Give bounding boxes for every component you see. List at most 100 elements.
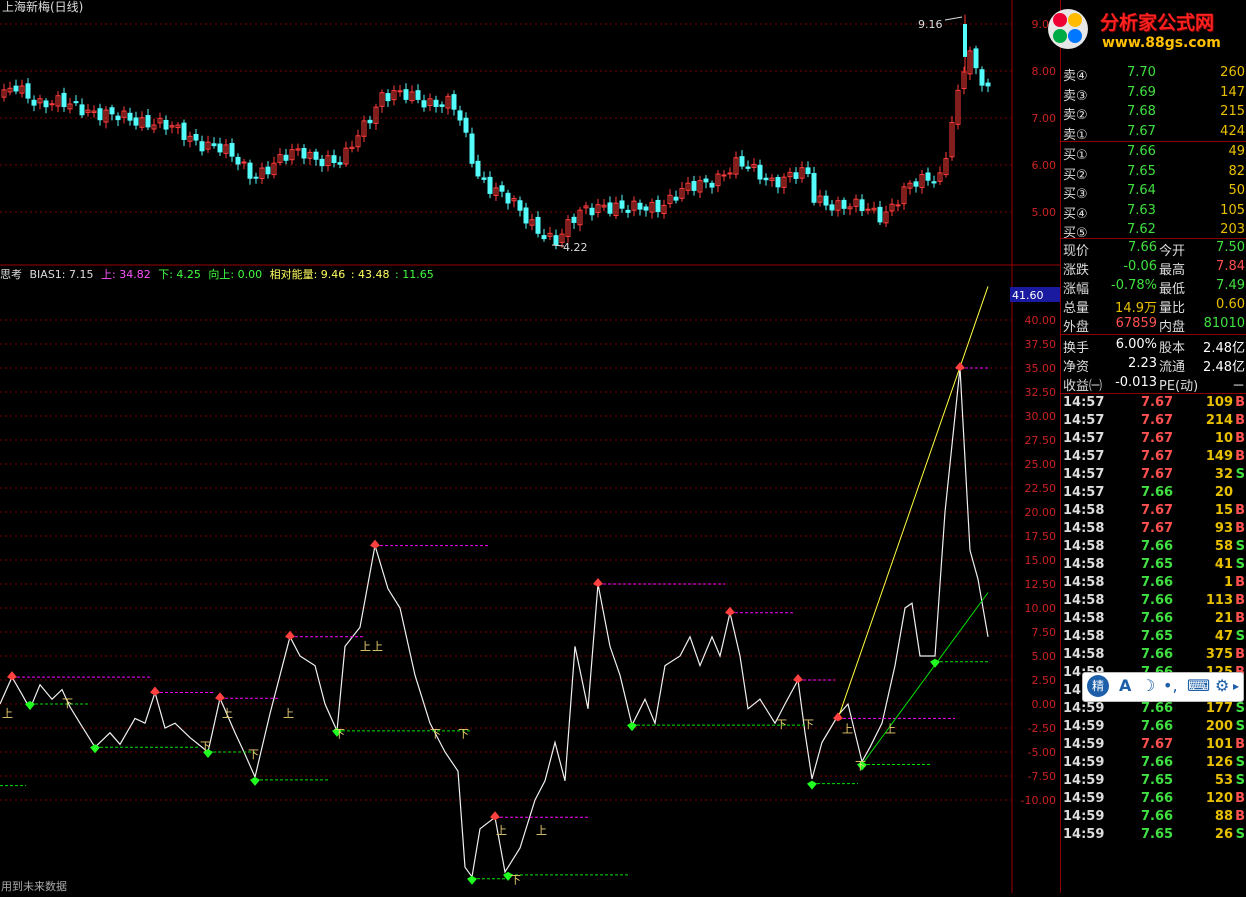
indicator-tick-label: 15.00 xyxy=(1025,554,1057,567)
ask-row[interactable]: 卖④ 7.70 260 xyxy=(1061,64,1246,84)
candle-up xyxy=(865,208,871,211)
stat-row: 涨幅 -0.78% 最低 7.49 xyxy=(1061,277,1246,297)
candle-down xyxy=(625,209,631,213)
tick-volume: 177 xyxy=(1205,701,1233,716)
candle-down xyxy=(31,99,37,106)
candle-down xyxy=(571,216,577,223)
top-marker xyxy=(793,674,803,683)
ime-keyboard-icon[interactable]: ⌨ xyxy=(1187,676,1210,695)
tick-row: 14:59 7.67 101 B xyxy=(1061,736,1246,755)
tick-row: 14:57 7.67 149 B xyxy=(1061,448,1246,467)
indicator-tick-label: 17.50 xyxy=(1025,530,1057,543)
ime-moon-icon[interactable]: ☽ xyxy=(1141,676,1155,695)
tick-price: 7.66 xyxy=(1141,539,1174,554)
tick-volume: 214 xyxy=(1205,413,1233,428)
ime-mode-label[interactable]: A xyxy=(1119,676,1131,695)
logo-title: 分析家公式网 xyxy=(1100,12,1215,34)
stat-label: 涨跌 xyxy=(1063,263,1090,278)
tick-price: 7.65 xyxy=(1141,557,1174,572)
candle-up xyxy=(397,90,403,93)
candle-down xyxy=(385,93,391,102)
tick-side: S xyxy=(1235,467,1245,482)
tick-side: B xyxy=(1235,791,1245,806)
tick-price: 7.66 xyxy=(1141,701,1174,716)
candle-down xyxy=(451,94,457,110)
tick-side: S xyxy=(1235,773,1245,788)
indicator-name[interactable]: 思考 xyxy=(0,268,22,281)
down-signal-label: 下 xyxy=(248,748,259,761)
tick-volume: 120 xyxy=(1205,791,1233,806)
tick-side: S xyxy=(1235,827,1245,842)
tick-volume: 20 xyxy=(1214,485,1233,500)
tick-time: 14:58 xyxy=(1063,521,1105,536)
indicator-tick-label: 25.00 xyxy=(1025,458,1057,471)
bottom-marker xyxy=(627,722,637,732)
ime-settings-icon[interactable]: ⚙ xyxy=(1215,676,1229,695)
tick-side: S xyxy=(1235,701,1245,716)
tick-time: 14:59 xyxy=(1063,773,1105,788)
tick-side: B xyxy=(1235,575,1245,590)
window-title: 上海新梅(日线) xyxy=(2,0,84,14)
bid-row[interactable]: 买③ 7.64 50 xyxy=(1061,182,1246,202)
tick-side: B xyxy=(1235,413,1245,428)
stat-label: 现价 xyxy=(1063,244,1090,259)
candle-down xyxy=(487,176,493,194)
tick-time: 14:58 xyxy=(1063,503,1105,518)
ask-row[interactable]: 卖① 7.67 424 xyxy=(1061,123,1246,143)
ime-more-icon[interactable]: ▸ xyxy=(1233,679,1239,693)
tick-price: 7.67 xyxy=(1141,503,1174,518)
ask-row[interactable]: 卖② 7.68 215 xyxy=(1061,103,1246,123)
ime-punct-icon[interactable]: •, xyxy=(1163,676,1178,695)
down-signal-label: 下 xyxy=(334,728,345,741)
indicator-tick-label: 35.00 xyxy=(1025,362,1057,375)
candle-down xyxy=(421,100,427,108)
candle-down xyxy=(841,199,847,209)
candle-down xyxy=(367,119,373,124)
bid-row[interactable]: 买② 7.65 82 xyxy=(1061,163,1246,183)
tick-side: B xyxy=(1235,431,1245,446)
tick-row: 14:58 7.66 113 B xyxy=(1061,592,1246,611)
candle-down xyxy=(217,143,223,153)
tick-time: 14:58 xyxy=(1063,647,1105,662)
bid-volume: 82 xyxy=(1228,163,1245,179)
candle-down xyxy=(475,160,481,177)
down-value: 下: 4.25 xyxy=(158,268,201,281)
ime-brand-icon[interactable]: 精 xyxy=(1087,675,1109,697)
indicator-tick-label: 0.00 xyxy=(1032,698,1057,711)
tick-volume: 21 xyxy=(1214,611,1233,626)
candle-up xyxy=(241,161,247,164)
top-marker xyxy=(150,686,160,696)
ask-row[interactable]: 卖③ 7.69 147 xyxy=(1061,84,1246,104)
tick-price: 7.66 xyxy=(1141,575,1174,590)
logo-url: www.88gs.com xyxy=(1102,35,1221,51)
candle-up xyxy=(721,174,727,177)
stat-label-2: 股本 xyxy=(1159,341,1186,356)
tick-volume: 109 xyxy=(1205,395,1233,410)
candle-down xyxy=(535,216,541,234)
tick-side: S xyxy=(1235,755,1245,770)
tick-price: 7.67 xyxy=(1141,737,1174,752)
stat-label-2: PE(动) xyxy=(1159,379,1199,394)
candle-down xyxy=(499,185,505,192)
bid-row[interactable]: 买① 7.66 49 xyxy=(1061,143,1246,163)
bid-row[interactable]: 买④ 7.63 105 xyxy=(1061,202,1246,222)
stat-value: 2.23 xyxy=(1128,356,1157,371)
stat-value: -0.013 xyxy=(1115,375,1157,390)
bid-price: 7.62 xyxy=(1127,222,1156,237)
tick-time: 14:59 xyxy=(1063,791,1105,806)
candle-down xyxy=(709,182,715,188)
bias1-line xyxy=(0,367,989,879)
candle-down xyxy=(481,177,487,180)
candle-down xyxy=(73,101,79,104)
candle-down xyxy=(109,107,115,115)
candle-down xyxy=(739,156,745,167)
tick-volume: 15 xyxy=(1214,503,1233,518)
candle-down xyxy=(793,172,799,179)
tick-time: 14:57 xyxy=(1063,413,1105,428)
indicator-tick-label: 30.00 xyxy=(1025,410,1057,423)
price-tick-label: 7.00 xyxy=(1032,112,1057,125)
kline-indicator-chart[interactable]: 9.164.22 上上上上 上上 上上 上下下下下下下下下 下下 9.008.007.0… xyxy=(0,0,1060,893)
chart-area[interactable]: 9.16 4.22 上上上上上上上上上下下下下下下下下下下 9.00 8.00 7.0… xyxy=(0,0,1060,893)
ime-toolbar[interactable]: 精 A ☽ •, ⌨ ⚙ ▸ xyxy=(1082,672,1244,702)
tick-row: 14:58 7.66 375 B xyxy=(1061,646,1246,665)
